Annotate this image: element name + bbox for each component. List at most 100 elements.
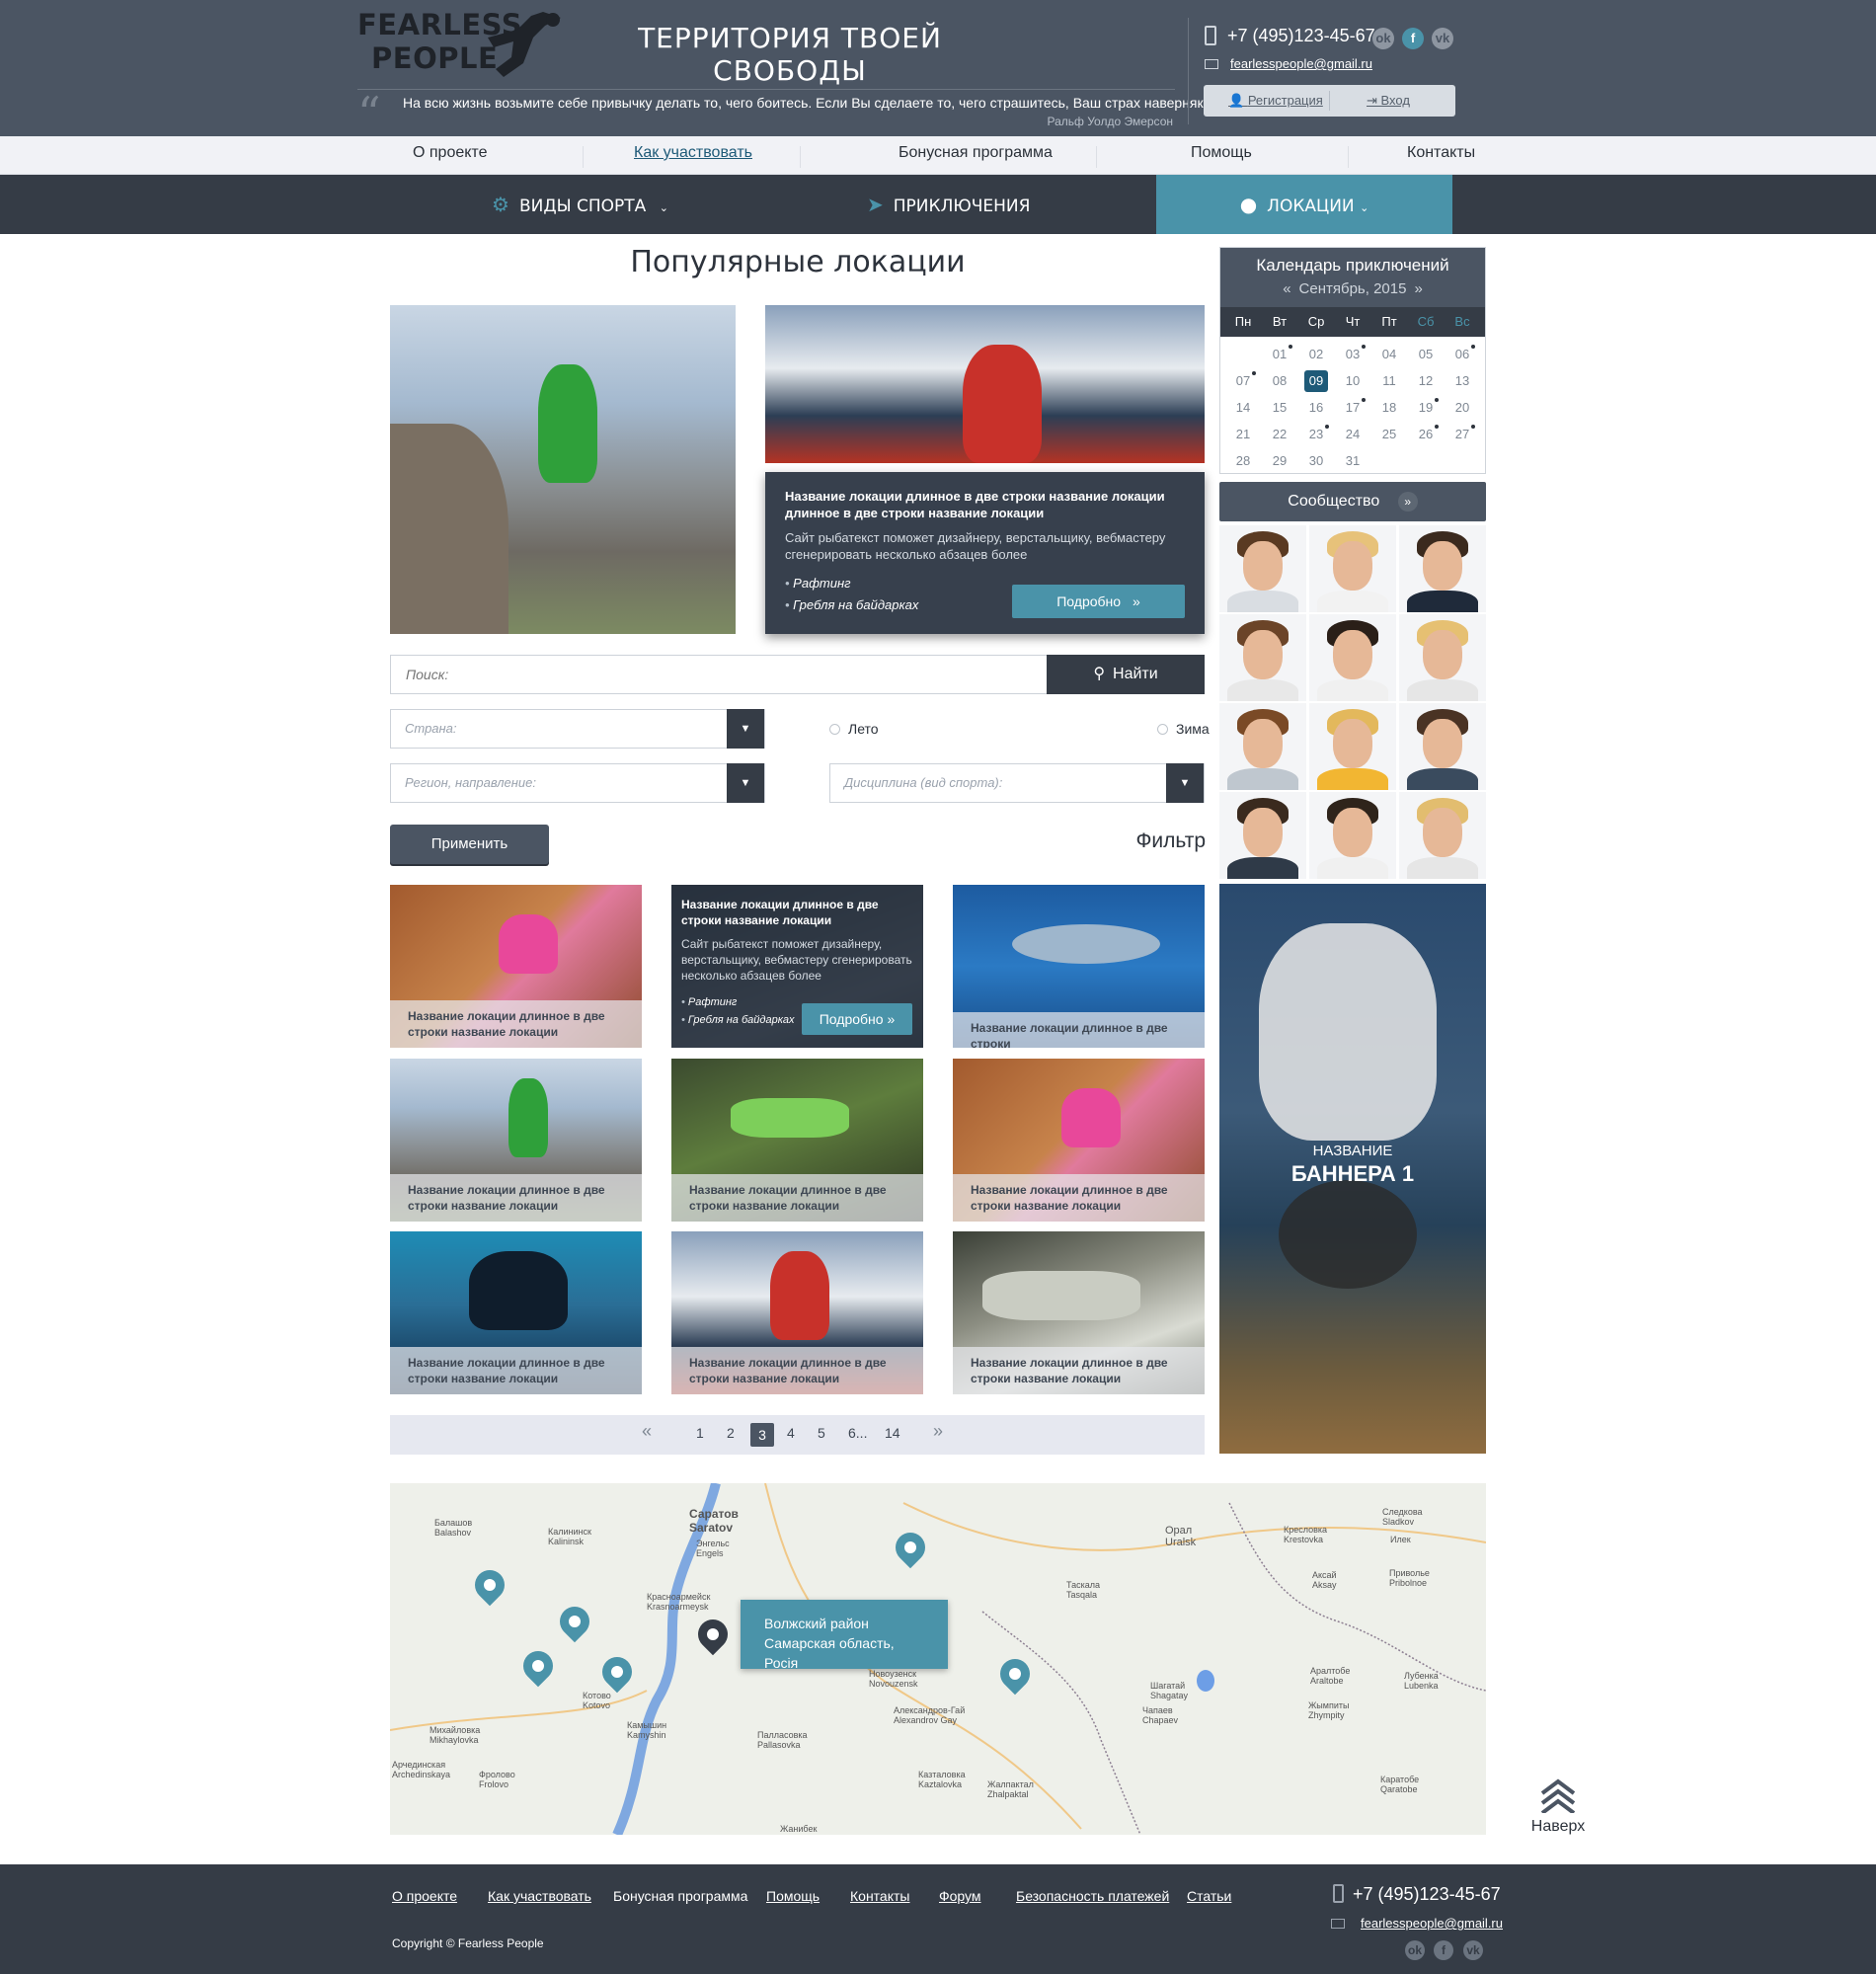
featured-image-paraglider[interactable]	[765, 305, 1205, 463]
filter-label[interactable]: Фильтр	[1086, 829, 1206, 853]
calendar-day[interactable]: 10	[1336, 373, 1369, 388]
calendar-day[interactable]: 27	[1446, 425, 1479, 441]
avatar[interactable]	[1219, 525, 1306, 612]
nav-about[interactable]: О проекте	[413, 144, 487, 162]
facebook-icon[interactable]: f	[1434, 1940, 1453, 1960]
avatar[interactable]	[1309, 703, 1396, 790]
calendar-day[interactable]: 02	[1299, 347, 1333, 361]
calendar-day[interactable]: 08	[1263, 373, 1296, 388]
location-card[interactable]: Название локации длинное в две строки на…	[390, 1059, 642, 1222]
calendar-day[interactable]: 19	[1409, 398, 1443, 415]
calendar-day[interactable]: 20	[1446, 400, 1479, 415]
calendar-day[interactable]: 04	[1372, 347, 1406, 361]
footer-link[interactable]: Статьи	[1187, 1888, 1231, 1904]
calendar-day[interactable]: 24	[1336, 427, 1369, 441]
location-card[interactable]: Название локации длинное в две строки на…	[390, 885, 642, 1048]
calendar-day[interactable]: 18	[1372, 400, 1406, 415]
pagination-page[interactable]: 14	[885, 1425, 900, 1441]
footer-link[interactable]: Форум	[939, 1888, 981, 1904]
calendar-day[interactable]: 01	[1263, 345, 1296, 361]
avatar[interactable]	[1219, 792, 1306, 879]
season-summer-radio[interactable]: Лето	[829, 721, 879, 737]
region-select[interactable]: Регион, направление: ▼	[390, 763, 765, 803]
location-card[interactable]: Название локации длинное в две строки	[953, 885, 1205, 1048]
chevron-down-icon[interactable]: ▼	[727, 763, 764, 803]
footer-link[interactable]: Безопасность платежей	[1016, 1888, 1169, 1904]
pagination-page[interactable]: 4	[787, 1425, 795, 1441]
calendar-day[interactable]: 13	[1446, 373, 1479, 388]
calendar-day[interactable]: 30	[1299, 453, 1333, 468]
location-card[interactable]: Название локации длинное в две строки на…	[671, 1231, 923, 1394]
nav-bonus[interactable]: Бонусная программа	[899, 144, 1053, 162]
calendar-day[interactable]: 07	[1226, 371, 1260, 388]
discipline-select[interactable]: Дисциплина (вид спорта): ▼	[829, 763, 1205, 803]
calendar-day[interactable]: 12	[1409, 373, 1443, 388]
nav-contacts[interactable]: Контакты	[1407, 144, 1475, 162]
nav-locations[interactable]: ● ЛОКАЦИИ ⌄	[1156, 175, 1452, 234]
country-select[interactable]: Страна: ▼	[390, 709, 765, 749]
avatar[interactable]	[1399, 703, 1486, 790]
location-card[interactable]: Название локации длинное в две строки на…	[390, 1231, 642, 1394]
calendar-day[interactable]: 16	[1299, 400, 1333, 415]
pagination-page[interactable]: 2	[727, 1425, 735, 1441]
avatar[interactable]	[1219, 703, 1306, 790]
featured-more-button[interactable]: Подробно »	[1012, 585, 1185, 618]
footer-link[interactable]: Контакты	[850, 1888, 909, 1904]
calendar-day[interactable]: 03	[1336, 345, 1369, 361]
avatar[interactable]	[1309, 525, 1396, 612]
footer-link[interactable]: Бонусная программа	[613, 1888, 747, 1904]
facebook-icon[interactable]: f	[1402, 28, 1424, 49]
to-top-button[interactable]: Наверх	[1530, 1777, 1586, 1836]
avatar[interactable]	[1399, 525, 1486, 612]
banner[interactable]: НАЗВАНИЕ БАННЕРА 1	[1219, 884, 1486, 1454]
locations-map[interactable]: Саратов Saratov Энгельс Engels Балашов B…	[390, 1483, 1486, 1835]
pagination-page[interactable]: 6...	[848, 1425, 867, 1441]
calendar-day[interactable]: 05	[1409, 347, 1443, 361]
calendar-day[interactable]: 11	[1372, 373, 1406, 388]
calendar-day[interactable]: 22	[1263, 427, 1296, 441]
nav-adventures[interactable]: ➤ ПРИКЛЮЧЕНИЯ	[867, 175, 1030, 234]
chevron-down-icon[interactable]: ▼	[727, 709, 764, 749]
footer-phone[interactable]: +7 (495)123-45-67	[1353, 1884, 1501, 1905]
footer-link[interactable]: Помощь	[766, 1888, 820, 1904]
location-card[interactable]: Название локации длинное в две строки на…	[953, 1231, 1205, 1394]
apply-button[interactable]: Применить	[390, 825, 549, 864]
season-winter-radio[interactable]: Зима	[1157, 721, 1210, 737]
header-email[interactable]: fearlesspeople@gmail.ru	[1230, 56, 1372, 71]
pagination-page[interactable]: 5	[818, 1425, 825, 1441]
calendar-day[interactable]: 23	[1299, 425, 1333, 441]
avatar[interactable]	[1309, 614, 1396, 701]
nav-sports[interactable]: ⚙ ВИДЫ СПОРТА ⌄	[492, 175, 668, 234]
calendar-day[interactable]: 26	[1409, 425, 1443, 441]
calendar-day[interactable]: 25	[1372, 427, 1406, 441]
register-link[interactable]: 👤 Регистрация	[1228, 93, 1323, 109]
calendar-day-today[interactable]: 09	[1304, 370, 1328, 392]
pagination-page[interactable]: 1	[696, 1425, 704, 1441]
search-field[interactable]	[390, 655, 1048, 694]
calendar-day[interactable]: 15	[1263, 400, 1296, 415]
avatar[interactable]	[1399, 614, 1486, 701]
login-link[interactable]: ⇥ Вход	[1367, 93, 1410, 109]
search-input[interactable]	[391, 656, 1047, 693]
location-card[interactable]: Название локации длинное в две строки на…	[953, 1059, 1205, 1222]
nav-help[interactable]: Помощь	[1191, 144, 1252, 162]
search-button[interactable]: ⚲ Найти	[1047, 655, 1205, 694]
grid-more-button[interactable]: Подробно »	[802, 1003, 912, 1035]
pagination-page-active[interactable]: 3	[750, 1423, 774, 1447]
community-button[interactable]: Сообщество »	[1219, 482, 1486, 521]
featured-image-climber[interactable]	[390, 305, 736, 634]
vk-icon[interactable]: vk	[1432, 28, 1453, 49]
odnoklassniki-icon[interactable]: ok	[1372, 28, 1394, 49]
calendar-day[interactable]: 17	[1336, 398, 1369, 415]
calendar-day[interactable]: 31	[1336, 453, 1369, 468]
calendar-prev[interactable]: «	[1283, 280, 1290, 297]
avatar[interactable]	[1309, 792, 1396, 879]
calendar-day[interactable]: 29	[1263, 453, 1296, 468]
footer-link[interactable]: О проекте	[392, 1888, 457, 1904]
location-card-hover[interactable]: Название локации длинное в две строки на…	[671, 885, 923, 1048]
calendar-next[interactable]: »	[1414, 280, 1422, 297]
odnoklassniki-icon[interactable]: ok	[1405, 1940, 1425, 1960]
calendar-day[interactable]: 06	[1446, 345, 1479, 361]
nav-how-to-participate[interactable]: Как участвовать	[634, 144, 752, 162]
vk-icon[interactable]: vk	[1463, 1940, 1483, 1960]
